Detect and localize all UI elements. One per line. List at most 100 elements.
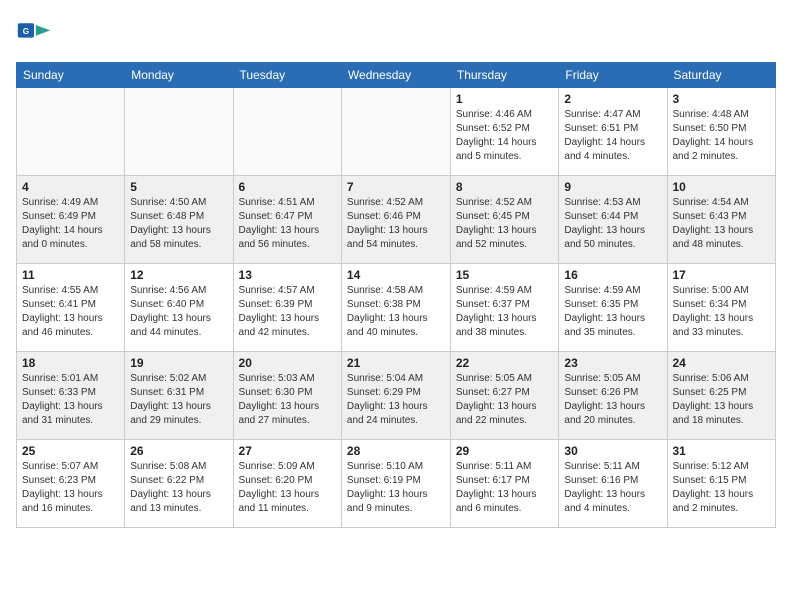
day-info: Sunrise: 4:59 AM Sunset: 6:35 PM Dayligh… <box>564 284 661 340</box>
day-number: 7 <box>347 180 445 194</box>
day-number: 17 <box>673 268 771 282</box>
weekday-header-friday: Friday <box>559 63 667 88</box>
calendar-cell: 6 Sunrise: 4:51 AM Sunset: 6:47 PM Daylig… <box>233 176 341 264</box>
week-row-3: 11Sunrise: 4:55 AM Sunset: 6:41 PM Dayli… <box>17 264 776 352</box>
weekday-header-saturday: Saturday <box>667 63 776 88</box>
weekday-header-sunday: Sunday <box>17 63 125 88</box>
day-number: 23 <box>564 356 661 370</box>
calendar-cell: 18 Sunrise: 5:01 AM Sunset: 6:33 PM Dayli… <box>17 352 125 440</box>
day-number: 5 <box>130 180 227 194</box>
calendar-cell: 25 Sunrise: 5:07 AM Sunset: 6:23 PM Dayli… <box>17 440 125 528</box>
week-row-2: 4 Sunrise: 4:49 AM Sunset: 6:49 PM Daylig… <box>17 176 776 264</box>
week-row-4: 18 Sunrise: 5:01 AM Sunset: 6:33 PM Dayli… <box>17 352 776 440</box>
calendar-cell: 1 Sunrise: 4:46 AM Sunset: 6:52 PM Daylig… <box>450 88 559 176</box>
calendar-cell: 24Sunrise: 5:06 AM Sunset: 6:25 PM Dayli… <box>667 352 776 440</box>
week-row-5: 25 Sunrise: 5:07 AM Sunset: 6:23 PM Dayli… <box>17 440 776 528</box>
day-info: Sunrise: 4:57 AM Sunset: 6:39 PM Dayligh… <box>239 284 336 340</box>
day-info: Sunrise: 4:49 AM Sunset: 6:49 PM Dayligh… <box>22 196 119 252</box>
day-info: Sunrise: 4:52 AM Sunset: 6:46 PM Dayligh… <box>347 196 445 252</box>
day-number: 16 <box>564 268 661 282</box>
calendar-cell: 7 Sunrise: 4:52 AM Sunset: 6:46 PM Daylig… <box>341 176 450 264</box>
day-number: 1 <box>456 92 554 106</box>
calendar-cell: 10 Sunrise: 4:54 AM Sunset: 6:43 PM Dayli… <box>667 176 776 264</box>
calendar-cell: 31Sunrise: 5:12 AM Sunset: 6:15 PM Dayli… <box>667 440 776 528</box>
day-number: 15 <box>456 268 554 282</box>
day-number: 20 <box>239 356 336 370</box>
week-row-1: 1 Sunrise: 4:46 AM Sunset: 6:52 PM Daylig… <box>17 88 776 176</box>
day-info: Sunrise: 5:06 AM Sunset: 6:25 PM Dayligh… <box>673 372 771 428</box>
day-number: 13 <box>239 268 336 282</box>
calendar-cell <box>341 88 450 176</box>
calendar-cell: 28 Sunrise: 5:10 AM Sunset: 6:19 PM Dayli… <box>341 440 450 528</box>
calendar-table: SundayMondayTuesdayWednesdayThursdayFrid… <box>16 62 776 528</box>
weekday-header-tuesday: Tuesday <box>233 63 341 88</box>
day-info: Sunrise: 5:08 AM Sunset: 6:22 PM Dayligh… <box>130 460 227 516</box>
day-number: 4 <box>22 180 119 194</box>
day-number: 12 <box>130 268 227 282</box>
day-number: 19 <box>130 356 227 370</box>
day-number: 11 <box>22 268 119 282</box>
calendar-cell: 20 Sunrise: 5:03 AM Sunset: 6:30 PM Dayli… <box>233 352 341 440</box>
day-info: Sunrise: 4:53 AM Sunset: 6:44 PM Dayligh… <box>564 196 661 252</box>
calendar-cell <box>17 88 125 176</box>
calendar-cell: 14Sunrise: 4:58 AM Sunset: 6:38 PM Dayli… <box>341 264 450 352</box>
day-number: 26 <box>130 444 227 458</box>
calendar-cell: 21 Sunrise: 5:04 AM Sunset: 6:29 PM Dayli… <box>341 352 450 440</box>
weekday-header-thursday: Thursday <box>450 63 559 88</box>
day-number: 10 <box>673 180 771 194</box>
day-number: 21 <box>347 356 445 370</box>
day-info: Sunrise: 4:51 AM Sunset: 6:47 PM Dayligh… <box>239 196 336 252</box>
day-number: 2 <box>564 92 661 106</box>
day-info: Sunrise: 5:00 AM Sunset: 6:34 PM Dayligh… <box>673 284 771 340</box>
calendar-cell: 4 Sunrise: 4:49 AM Sunset: 6:49 PM Daylig… <box>17 176 125 264</box>
day-info: Sunrise: 5:11 AM Sunset: 6:16 PM Dayligh… <box>564 460 661 516</box>
day-number: 27 <box>239 444 336 458</box>
logo: G <box>16 16 56 52</box>
day-number: 14 <box>347 268 445 282</box>
weekday-header-wednesday: Wednesday <box>341 63 450 88</box>
day-info: Sunrise: 4:48 AM Sunset: 6:50 PM Dayligh… <box>673 108 771 164</box>
day-number: 29 <box>456 444 554 458</box>
svg-text:G: G <box>23 27 29 36</box>
day-number: 28 <box>347 444 445 458</box>
day-info: Sunrise: 5:04 AM Sunset: 6:29 PM Dayligh… <box>347 372 445 428</box>
calendar-cell: 13 Sunrise: 4:57 AM Sunset: 6:39 PM Dayli… <box>233 264 341 352</box>
day-info: Sunrise: 5:10 AM Sunset: 6:19 PM Dayligh… <box>347 460 445 516</box>
calendar-cell: 3 Sunrise: 4:48 AM Sunset: 6:50 PM Daylig… <box>667 88 776 176</box>
calendar-cell: 23Sunrise: 5:05 AM Sunset: 6:26 PM Dayli… <box>559 352 667 440</box>
day-info: Sunrise: 4:47 AM Sunset: 6:51 PM Dayligh… <box>564 108 661 164</box>
day-number: 30 <box>564 444 661 458</box>
day-info: Sunrise: 4:59 AM Sunset: 6:37 PM Dayligh… <box>456 284 554 340</box>
day-number: 25 <box>22 444 119 458</box>
weekday-header-row: SundayMondayTuesdayWednesdayThursdayFrid… <box>17 63 776 88</box>
day-number: 22 <box>456 356 554 370</box>
day-info: Sunrise: 5:07 AM Sunset: 6:23 PM Dayligh… <box>22 460 119 516</box>
calendar-cell: 29Sunrise: 5:11 AM Sunset: 6:17 PM Dayli… <box>450 440 559 528</box>
day-info: Sunrise: 5:03 AM Sunset: 6:30 PM Dayligh… <box>239 372 336 428</box>
calendar-cell: 22 Sunrise: 5:05 AM Sunset: 6:27 PM Dayli… <box>450 352 559 440</box>
day-number: 3 <box>673 92 771 106</box>
day-number: 18 <box>22 356 119 370</box>
calendar-cell: 9Sunrise: 4:53 AM Sunset: 6:44 PM Daylig… <box>559 176 667 264</box>
day-info: Sunrise: 4:52 AM Sunset: 6:45 PM Dayligh… <box>456 196 554 252</box>
day-number: 6 <box>239 180 336 194</box>
day-info: Sunrise: 4:54 AM Sunset: 6:43 PM Dayligh… <box>673 196 771 252</box>
day-info: Sunrise: 5:01 AM Sunset: 6:33 PM Dayligh… <box>22 372 119 428</box>
day-info: Sunrise: 4:50 AM Sunset: 6:48 PM Dayligh… <box>130 196 227 252</box>
calendar-cell: 12 Sunrise: 4:56 AM Sunset: 6:40 PM Dayli… <box>125 264 233 352</box>
weekday-header-monday: Monday <box>125 63 233 88</box>
calendar-cell: 15 Sunrise: 4:59 AM Sunset: 6:37 PM Dayli… <box>450 264 559 352</box>
day-info: Sunrise: 5:02 AM Sunset: 6:31 PM Dayligh… <box>130 372 227 428</box>
day-info: Sunrise: 5:09 AM Sunset: 6:20 PM Dayligh… <box>239 460 336 516</box>
calendar-cell: 17 Sunrise: 5:00 AM Sunset: 6:34 PM Dayli… <box>667 264 776 352</box>
day-info: Sunrise: 5:12 AM Sunset: 6:15 PM Dayligh… <box>673 460 771 516</box>
page-header: G <box>16 16 776 52</box>
day-number: 8 <box>456 180 554 194</box>
calendar-cell: 5 Sunrise: 4:50 AM Sunset: 6:48 PM Daylig… <box>125 176 233 264</box>
day-info: Sunrise: 5:05 AM Sunset: 6:27 PM Dayligh… <box>456 372 554 428</box>
calendar-cell <box>125 88 233 176</box>
calendar-cell: 27 Sunrise: 5:09 AM Sunset: 6:20 PM Dayli… <box>233 440 341 528</box>
calendar-cell: 19 Sunrise: 5:02 AM Sunset: 6:31 PM Dayli… <box>125 352 233 440</box>
day-info: Sunrise: 4:46 AM Sunset: 6:52 PM Dayligh… <box>456 108 554 164</box>
day-info: Sunrise: 4:56 AM Sunset: 6:40 PM Dayligh… <box>130 284 227 340</box>
